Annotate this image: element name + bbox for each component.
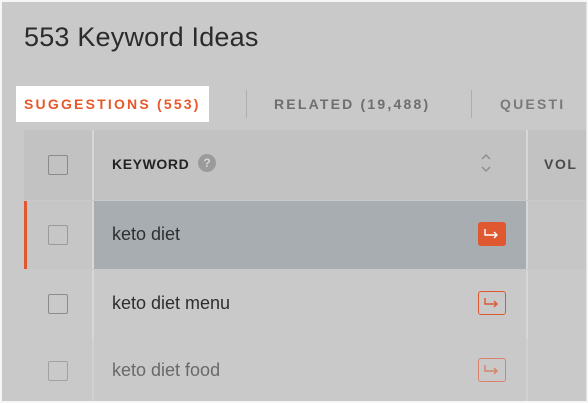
volume-cell (528, 270, 586, 338)
keyword-cell: keto diet menu (94, 270, 526, 338)
help-icon[interactable]: ? (198, 154, 216, 172)
keyword-cell: keto diet food (94, 337, 526, 401)
tab-related[interactable]: RELATED (19,488) (274, 86, 430, 122)
volume-column-header[interactable]: VOL (528, 130, 586, 200)
tab-divider (471, 90, 472, 118)
table-header: KEYWORD ? VOL (24, 130, 586, 200)
arrow-right-icon (484, 298, 498, 308)
tab-suggestions[interactable]: SUGGESTIONS (553) (16, 86, 209, 122)
row-check-cell (24, 270, 92, 338)
volume-cell (528, 201, 586, 269)
row-checkbox[interactable] (48, 361, 68, 381)
row-checkbox[interactable] (48, 294, 68, 314)
volume-cell (528, 337, 586, 401)
row-check-cell (24, 201, 92, 269)
open-keyword-button[interactable] (478, 291, 506, 315)
tab-divider (246, 90, 247, 118)
sort-icon[interactable] (480, 152, 492, 174)
open-keyword-button[interactable] (478, 222, 506, 246)
volume-header-label: VOL (544, 156, 578, 172)
keyword-text[interactable]: keto diet (112, 224, 180, 245)
select-all-checkbox[interactable] (48, 155, 68, 175)
page-title: 553 Keyword Ideas (24, 22, 259, 52)
keyword-cell: keto diet (94, 201, 526, 269)
keyword-ideas-panel: 553 Keyword Ideas SUGGESTIONS (553) RELA… (2, 2, 587, 401)
keyword-column-header[interactable]: KEYWORD ? (94, 130, 526, 200)
keyword-header-label: KEYWORD (112, 156, 190, 172)
header-check-cell (24, 130, 92, 200)
row-check-cell (24, 337, 92, 401)
arrow-right-icon (484, 365, 498, 375)
keyword-text[interactable]: keto diet food (112, 360, 220, 381)
arrow-right-icon (484, 229, 498, 239)
table-row[interactable]: keto diet (24, 201, 586, 269)
keyword-tabs: SUGGESTIONS (553) RELATED (19,488) QUEST… (2, 86, 586, 126)
table-row[interactable]: keto diet menu (24, 270, 586, 338)
tab-questions[interactable]: QUESTI (500, 86, 565, 122)
table-row[interactable]: keto diet food (24, 337, 586, 401)
row-checkbox[interactable] (48, 225, 68, 245)
keyword-text[interactable]: keto diet menu (112, 293, 230, 314)
open-keyword-button[interactable] (478, 358, 506, 382)
